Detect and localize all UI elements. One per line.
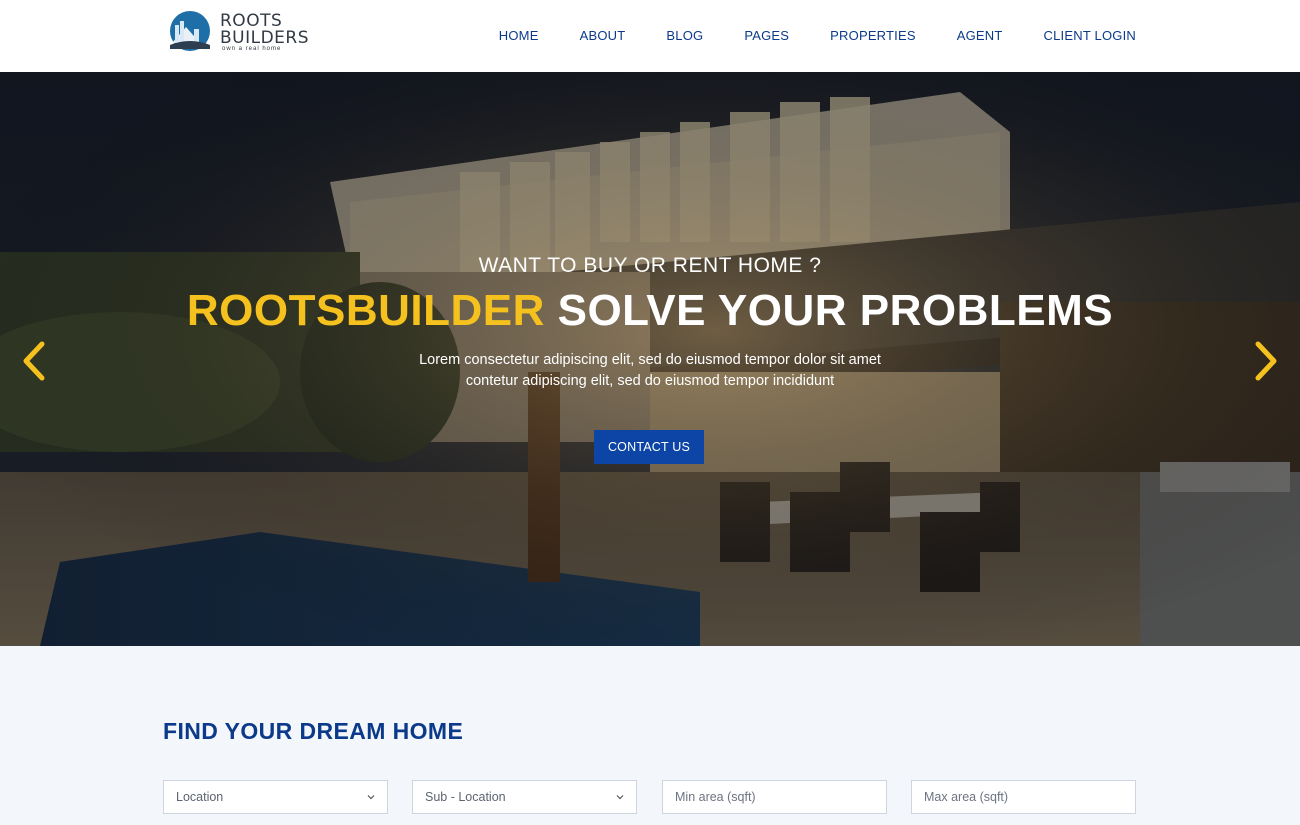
contact-us-button[interactable]: CONTACT US xyxy=(594,430,704,464)
location-select[interactable]: Location xyxy=(163,780,388,814)
find-home-heading: FIND YOUR DREAM HOME xyxy=(163,718,464,744)
min-area-input[interactable] xyxy=(675,790,874,804)
nav-client-login[interactable]: CLIENT LOGIN xyxy=(1044,28,1136,43)
hero-desc-line1: Lorem consectetur adipiscing elit, sed d… xyxy=(419,352,881,368)
chevron-down-icon xyxy=(616,795,624,800)
nav-pages[interactable]: PAGES xyxy=(744,28,789,43)
chevron-down-icon xyxy=(367,795,375,800)
nav-agent[interactable]: AGENT xyxy=(957,28,1003,43)
min-area-field[interactable] xyxy=(662,780,887,814)
hero-description: Lorem consectetur adipiscing elit, sed d… xyxy=(0,350,1300,392)
brand-logo[interactable]: ROOTS BUILDERS own a real home xyxy=(166,9,310,53)
hero-desc-line2: contetur adipiscing elit, sed do eiusmod… xyxy=(465,373,835,389)
sub-location-select[interactable]: Sub - Location xyxy=(412,780,637,814)
sub-location-select-value: Sub - Location xyxy=(425,790,506,804)
nav-properties[interactable]: PROPERTIES xyxy=(830,28,916,43)
main-nav: HOME ABOUT BLOG PAGES PROPERTIES AGENT C… xyxy=(458,28,1136,43)
hero-subtitle: WANT TO BUY OR RENT HOME ? xyxy=(478,254,822,277)
brand-tagline: own a real home xyxy=(222,46,282,52)
hero-title: ROOTSBUILDER SOLVE YOUR PROBLEMS xyxy=(0,286,1300,336)
hero-slider: WANT TO BUY OR RENT HOME ? ROOTSBUILDER … xyxy=(0,72,1300,646)
brand-name-line2: BUILDERS xyxy=(220,28,310,48)
max-area-input[interactable] xyxy=(924,790,1123,804)
chevron-right-icon[interactable] xyxy=(1252,340,1282,382)
nav-blog[interactable]: BLOG xyxy=(666,28,703,43)
location-select-value: Location xyxy=(176,790,224,804)
nav-about[interactable]: ABOUT xyxy=(580,28,626,43)
logo-house-icon xyxy=(170,11,210,51)
nav-home[interactable]: HOME xyxy=(499,28,539,43)
hero-title-rest: SOLVE YOUR PROBLEMS xyxy=(557,286,1114,335)
hero-title-highlight: ROOTSBUILDER xyxy=(186,286,545,335)
max-area-field[interactable] xyxy=(911,780,1136,814)
chevron-left-icon[interactable] xyxy=(18,340,48,382)
site-header: ROOTS BUILDERS own a real home HOME ABOU… xyxy=(0,0,1300,72)
